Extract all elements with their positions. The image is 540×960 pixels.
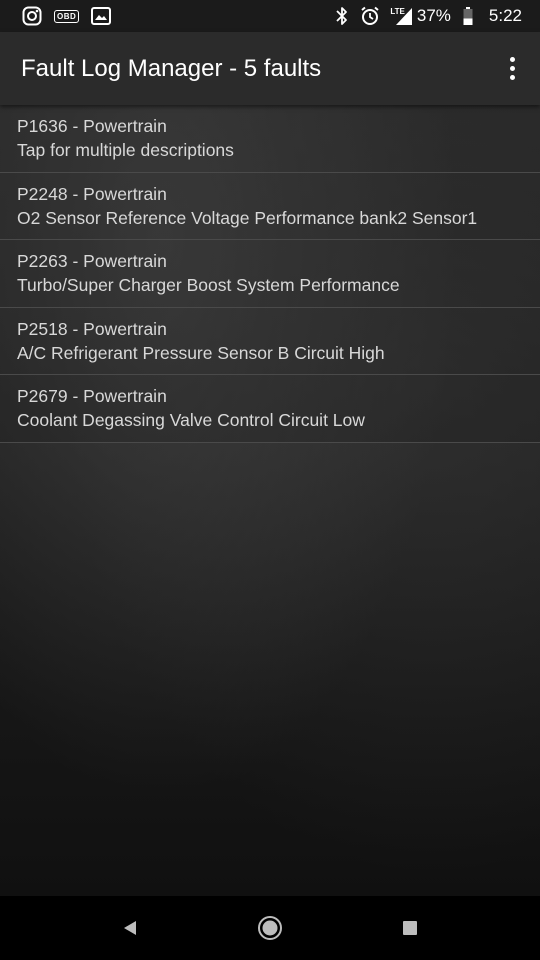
fault-code: P2248 - Powertrain [17,183,167,204]
battery-icon [463,6,473,26]
fault-code: P2518 - Powertrain [17,318,167,339]
obd-icon: OBD [54,9,80,23]
image-gallery-icon [91,7,112,25]
status-time: 5:22 [488,6,522,25]
fault-description: Turbo/Super Charger Boost System Perform… [17,275,400,295]
status-bar-left: OBD [22,6,112,26]
fault-list-item[interactable]: P2518 - Powertrain A/C Refrigerant Press… [0,307,540,375]
fault-code: P1636 - Powertrain [17,116,167,136]
alarm-icon [360,6,380,26]
back-icon[interactable] [106,904,154,952]
fault-code: P2263 - Powertrain [17,251,167,271]
bluetooth-icon [336,6,348,26]
home-icon[interactable] [246,904,294,952]
fault-list-item[interactable]: P2263 - Powertrain Turbo/Super Charger B… [0,240,540,308]
battery-percent: 37% [416,6,451,25]
recents-icon[interactable] [386,904,434,952]
fault-code: P2679 - Powertrain [17,386,167,406]
fault-list-item[interactable]: P2679 - Powertrain Coolant Degassing Val… [0,375,540,443]
screen: OBD LTE 37% 5:22 Fault Log Manager - 5 f… [0,0,540,960]
app-bar: Fault Log Manager - 5 faults [0,32,540,105]
fault-list-item[interactable]: P2248 - Powertrain O2 Sensor Reference V… [0,172,540,240]
fault-description: A/C Refrigerant Pressure Sensor B Circui… [17,342,385,363]
status-bar-right: LTE 37% 5:22 [336,6,522,26]
fault-list-item[interactable]: P1636 - Powertrain Tap for multiple desc… [0,105,540,173]
page-title: Fault Log Manager - 5 faults [21,54,322,82]
lte-label: LTE [390,6,405,16]
lte-signal-icon: LTE [390,6,413,26]
instagram-icon [22,6,42,26]
fault-description: Tap for multiple descriptions [17,140,234,160]
fault-description: Coolant Degassing Valve Control Circuit … [17,410,365,430]
status-bar: OBD LTE 37% 5:22 [0,0,540,32]
more-vert-icon[interactable] [500,49,524,89]
obd-label: OBD [54,9,80,23]
fault-list: P1636 - Powertrain Tap for multiple desc… [0,105,540,443]
fault-description: O2 Sensor Reference Voltage Performance … [17,207,478,228]
navigation-bar [0,896,540,960]
